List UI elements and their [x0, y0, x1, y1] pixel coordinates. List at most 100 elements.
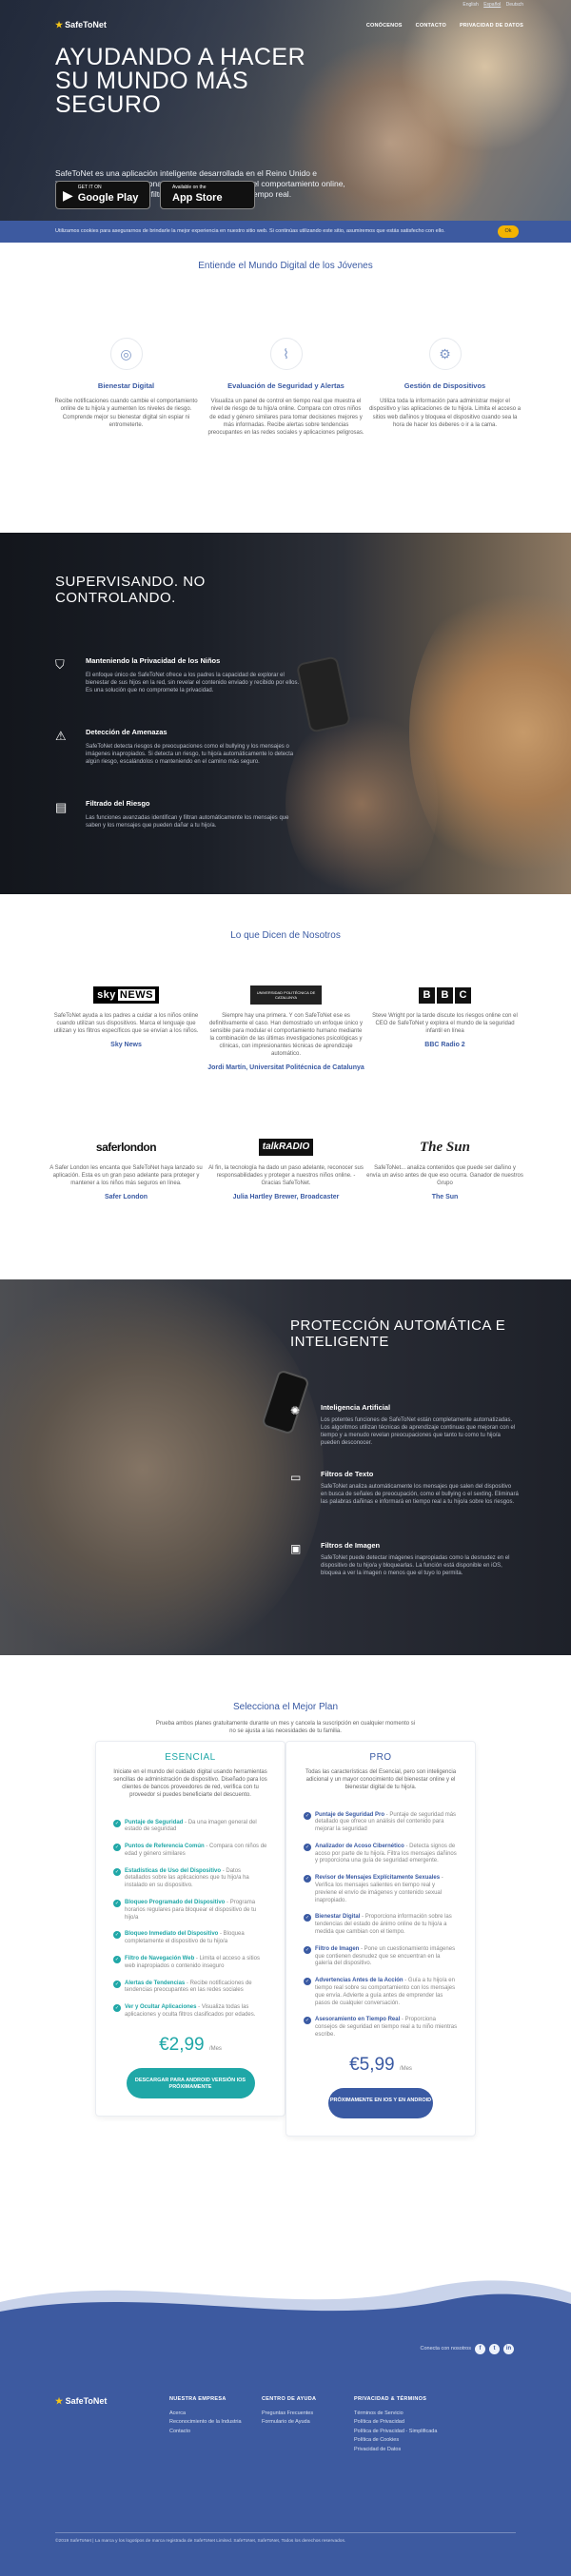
auto-protection-section: PROTECCIÓN AUTOMÁTICA E INTELIGENTE ✺ In…	[0, 1279, 571, 1655]
feature-evaluacion: ⌇ Evaluación de Seguridad y Alertas Visu…	[207, 338, 364, 437]
image-icon: ▣	[290, 1542, 302, 1555]
site-footer: Conecta con nosotros f t in ★ SafeToNet …	[0, 2321, 571, 2576]
supervise-title: SUPERVISANDO. NO CONTROLANDO.	[55, 574, 206, 606]
cookie-ok-button[interactable]: Ok	[498, 225, 519, 238]
feature-bienestar: ◎ Bienestar Digital Recibe notificacione…	[48, 338, 205, 429]
testimonial-talkradio: talkRADIO Al fin, la tecnología ha dado …	[207, 1137, 364, 1201]
check-icon: ✓	[113, 1980, 121, 1988]
copyright: ©2019 SafeToNet | La marca y los logotip…	[55, 2539, 346, 2544]
talkradio-logo: talkRADIO	[207, 1137, 364, 1158]
lang-espanol[interactable]: Español	[483, 2, 501, 8]
cookie-banner: Utilizamos cookies para asegurarnos de b…	[0, 221, 571, 243]
list-item: ✓ Revisor de Mensajes Explícitamente Sexu…	[304, 1875, 443, 1903]
plans-title: Selecciona el Mejor Plan	[232, 1702, 339, 1712]
list-item: ✓ Puntaje de Seguridad - Da una imagen ge…	[113, 1819, 257, 1833]
lang-deutsch[interactable]: Deutsch	[506, 2, 523, 8]
bbc-logo: BBC	[366, 985, 523, 1005]
star-icon: ★	[55, 20, 64, 29]
check-icon: ✓	[113, 2004, 121, 2013]
footer-link[interactable]: Política de Cookies	[354, 2436, 437, 2446]
main-nav: CONÓCENOS CONTACTO PRIVACIDAD DE DATOS	[366, 23, 523, 29]
check-icon: ✓	[304, 1843, 311, 1851]
auto-title: PROTECCIÓN AUTOMÁTICA E INTELIGENTE	[290, 1317, 506, 1350]
feature-list: ✓ Puntaje de Seguridad Pro - Puntaje de s…	[304, 1811, 458, 2039]
list-item: ✓ Asesoramiento en Tiempo Real - Proporci…	[304, 2017, 458, 2039]
testimonial-saferlondon: saferlondon A Safer London les encanta q…	[48, 1137, 205, 1201]
testimonials-title: Lo que Dicen de Nosotros	[230, 930, 341, 941]
footer-col-help: CENTRO DE AYUDA Preguntas Frecuentes For…	[262, 2395, 316, 2428]
auto-item-text: ▭ Filtros de Texto SafeToNet analiza aut…	[290, 1470, 519, 1505]
testimonial-sun: The Sun SafeToNet... analiza contenidos …	[366, 1137, 523, 1201]
check-icon: ✓	[113, 1900, 121, 1908]
list-item: ✓ Analizador de Acoso Cibernético - Detec…	[304, 1843, 457, 1864]
network-icon: ⚙	[428, 338, 462, 370]
footer-link[interactable]: Acerca	[169, 2410, 242, 2419]
plan-price: €5,99 /Mes	[349, 2054, 412, 2075]
lightbulb-icon: ◎	[109, 338, 143, 370]
understand-section: Entiende el Mundo Digital de los Jóvenes…	[0, 243, 571, 533]
testimonials-section: Lo que Dicen de Nosotros sky NEWS SafeToN…	[0, 894, 571, 1279]
list-item: ✓ Puntos de Referencia Común - Compara co…	[113, 1844, 267, 1857]
download-android-button[interactable]: DESCARGAR PARA ANDROID VERSIÓN IOS PRÓXI…	[126, 2068, 255, 2099]
list-item: ✓ Advertencias Antes de la Acción - Guía …	[304, 1978, 456, 2006]
plans-section: Selecciona el Mejor Plan Prueba ambos pl…	[0, 1655, 571, 2308]
check-icon: ✓	[304, 1875, 311, 1883]
footer-col-privacy: PRIVACIDAD & TÉRMINOS Términos de Servic…	[354, 2395, 437, 2454]
footer-link[interactable]: Reconocimiento de la Industria	[169, 2418, 242, 2428]
top-bar: English Español Deutsch ★ SafeToNet CONÓ…	[0, 0, 571, 30]
hero-title: AYUDANDO A HACER SU MUNDO MÁS SEGURO	[55, 44, 306, 118]
linkedin-icon[interactable]: in	[503, 2344, 514, 2354]
check-icon: ✓	[304, 1811, 311, 1820]
nav-contacto[interactable]: CONTACTO	[416, 23, 446, 29]
facebook-icon[interactable]: f	[475, 2344, 485, 2354]
footer-link[interactable]: Política de Privacidad - Simplificada	[354, 2428, 437, 2437]
list-item: ✓ Estadísticas de Uso del Dispositivo - D…	[113, 1867, 249, 1889]
list-item: ✓ Bienestar Digital - Proporciona informa…	[304, 1914, 452, 1936]
twitter-icon[interactable]: t	[489, 2344, 500, 2354]
footer-link[interactable]: Política de Privacidad	[354, 2418, 437, 2428]
supervise-item-threats: ⚠ Detección de Amenazas SafeToNet detect…	[55, 728, 294, 766]
footer-link[interactable]: Términos de Servicio	[354, 2410, 437, 2419]
plan-name: PRO	[369, 1752, 392, 1763]
plans-subtitle: Prueba ambos planes gratuitamente durant…	[155, 1721, 416, 1734]
phone-image	[298, 657, 349, 732]
girl-photo	[409, 571, 571, 894]
testimonial-sky: sky NEWS SafeToNet ayuda a los padres a c…	[48, 985, 205, 1049]
brain-icon: ✺	[290, 1404, 301, 1417]
auto-item-image: ▣ Filtros de Imagen SafeToNet puede dete…	[290, 1541, 510, 1576]
plan-card-pro: PRO Todas las características del Esenci…	[286, 1741, 476, 2137]
sky-news-logo: sky NEWS	[48, 985, 205, 1005]
check-icon: ✓	[113, 1819, 121, 1827]
footer-link[interactable]: Contacto	[169, 2428, 242, 2437]
app-store-button[interactable]: Available on the App Store	[160, 181, 255, 209]
hero-section: English Español Deutsch ★ SafeToNet CONÓ…	[0, 0, 571, 243]
footer-link[interactable]: Preguntas Frecuentes	[262, 2410, 316, 2419]
list-item: ✓ Filtro de Imagen - Pone un cuestionamie…	[304, 1945, 456, 1967]
play-icon: ▶	[63, 186, 73, 203]
nav-privacidad[interactable]: PRIVACIDAD DE DATOS	[460, 23, 523, 29]
check-icon: ✓	[113, 1867, 121, 1876]
document-icon: ▭	[290, 1471, 302, 1484]
list-item: ✓ Bloqueo Inmediato del Dispositivo - Blo…	[113, 1931, 245, 1945]
check-icon: ✓	[113, 1844, 121, 1852]
site-logo[interactable]: ★ SafeToNet	[55, 19, 107, 30]
alert-icon: ⚠	[55, 729, 67, 743]
supervise-item-filter: ▤ Filtrado del Riesgo Las funciones avan…	[55, 799, 289, 829]
footer-link[interactable]: Formulario de Ayuda	[262, 2418, 316, 2428]
check-icon: ✓	[304, 1914, 311, 1922]
lang-english[interactable]: English	[463, 2, 478, 8]
check-icon: ✓	[304, 1978, 311, 1986]
plan-price: €2,99 /Mes	[159, 2034, 222, 2055]
saferlondon-logo: saferlondon	[95, 1140, 157, 1154]
language-switcher: English Español Deutsch	[459, 2, 523, 9]
google-play-button[interactable]: ▶ GET IT ON Google Play	[55, 181, 150, 209]
list-item: ✓ Ver y Ocultar Aplicaciones - Visualiza …	[113, 2004, 256, 2019]
nav-conocenos[interactable]: CONÓCENOS	[366, 23, 403, 29]
footer-logo[interactable]: ★ SafeToNet	[55, 2395, 107, 2407]
footer-link[interactable]: Privacidad de Datos	[354, 2446, 437, 2455]
supervise-section: SUPERVISANDO. NO CONTROLANDO. ⛉ Mantenie…	[0, 533, 571, 894]
footer-col-company: NUESTRA EMPRESA Acerca Reconocimiento de…	[169, 2395, 242, 2436]
auto-item-ai: ✺ Inteligencia Artificial Los potentes f…	[290, 1403, 516, 1446]
coming-soon-button[interactable]: PRÓXIMAMENTE EN IOS Y EN ANDROID	[328, 2088, 433, 2119]
list-item: ✓ Bloqueo Programado del Dispositivo - Pr…	[113, 1900, 257, 1921]
